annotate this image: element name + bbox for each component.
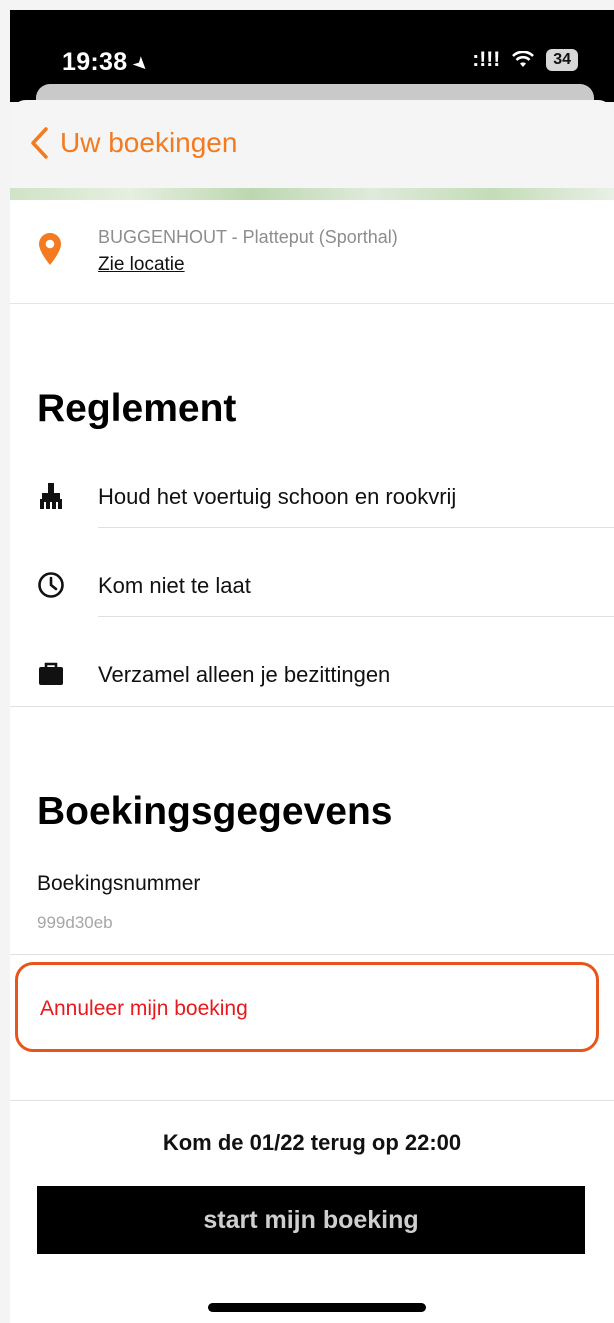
- cancel-booking-button[interactable]: Annuleer mijn boeking: [15, 962, 599, 1052]
- briefcase-icon: [39, 662, 63, 685]
- view-location-link[interactable]: Zie locatie: [98, 254, 185, 276]
- divider: [98, 616, 614, 617]
- booking-number-value: 999d30eb: [37, 913, 113, 932]
- divider: [10, 1100, 614, 1101]
- home-indicator: [208, 1303, 426, 1312]
- start-booking-button[interactable]: start mijn boeking: [37, 1186, 585, 1254]
- divider: [10, 706, 614, 707]
- location-row: BUGGENHOUT - Platteput (Sporthal) Zie lo…: [10, 200, 614, 304]
- divider: [10, 954, 614, 955]
- rule-text: Verzamel alleen je bezittingen: [98, 662, 391, 687]
- return-time-text: Kom de 01/22 terug op 22:00: [162, 1130, 462, 1155]
- rule-item-belongings: Verzamel alleen je bezittingen: [10, 630, 614, 718]
- wifi-icon: [512, 51, 535, 67]
- rules-title: Reglement: [37, 387, 237, 430]
- cleaning-brush-icon: [40, 483, 62, 509]
- cancel-booking-label: Annuleer mijn boeking: [40, 997, 248, 1020]
- booking-detail-content: BUGGENHOUT - Platteput (Sporthal) Zie lo…: [10, 200, 614, 1323]
- divider: [98, 527, 614, 528]
- chevron-left-icon: [31, 127, 48, 159]
- booking-details-title: Boekingsgegevens: [37, 790, 393, 833]
- rule-text: Houd het voertuig schoon en rookvrij: [98, 484, 457, 509]
- signal-icon: :!!!: [472, 48, 501, 71]
- back-button[interactable]: Uw boekingen: [28, 126, 237, 160]
- status-time: 19:38➤: [62, 48, 154, 77]
- status-icons: :!!! 34: [472, 48, 578, 72]
- clock-icon: [38, 572, 64, 598]
- time-text: 19:38: [62, 48, 128, 76]
- booking-number-label: Boekingsnummer: [37, 872, 201, 895]
- location-address: BUGGENHOUT - Platteput (Sporthal): [98, 227, 398, 247]
- location-arrow-icon: ➤: [128, 51, 155, 77]
- map-pin-icon: [39, 233, 61, 265]
- map-preview: [10, 188, 614, 200]
- back-label: Uw boekingen: [60, 127, 238, 158]
- rule-text: Kom niet te laat: [98, 573, 251, 598]
- battery-icon: 34: [546, 49, 578, 71]
- nav-bar: Uw boekingen: [10, 100, 614, 188]
